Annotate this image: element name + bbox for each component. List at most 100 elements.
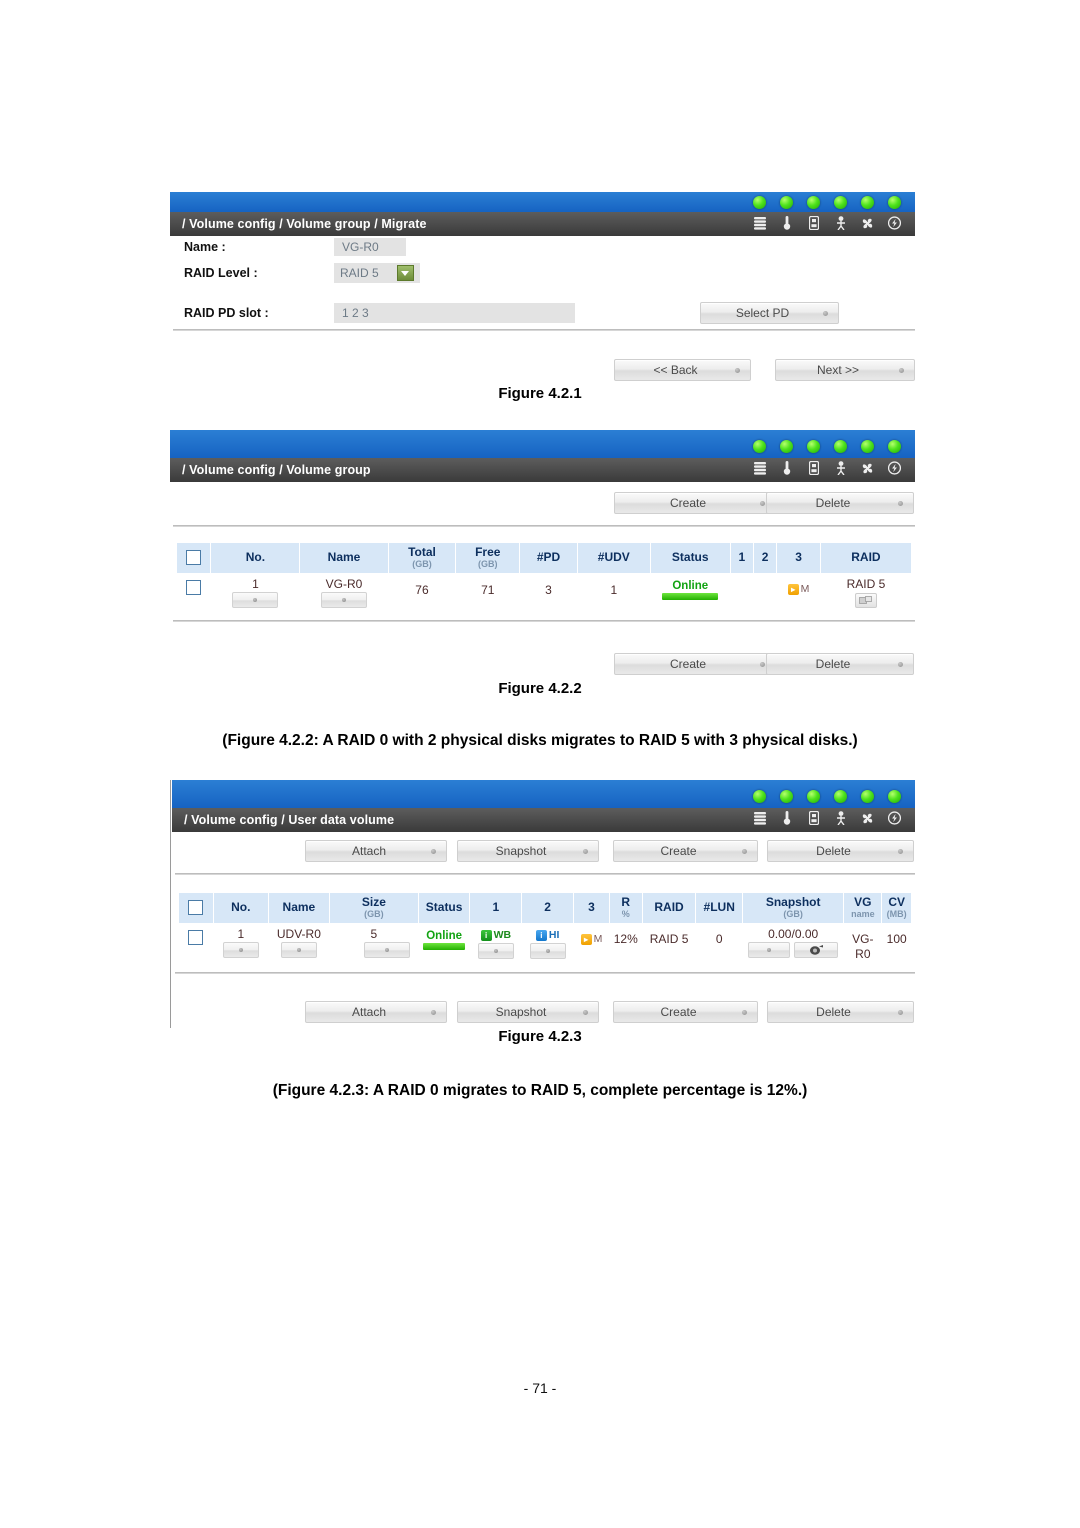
button-dot-icon — [493, 948, 498, 953]
led-3 — [807, 440, 820, 453]
back-label: << Back — [653, 363, 698, 377]
snapshot-dropdown-button[interactable] — [748, 941, 791, 958]
size-dropdown-button[interactable] — [364, 941, 411, 958]
toolbar-bottom-udv: Attach Snapshot Create Delete — [172, 1001, 915, 1023]
migrate-label: M — [593, 932, 603, 945]
cache-mode-dropdown-button[interactable] — [477, 942, 514, 959]
back-button[interactable]: << Back — [614, 359, 751, 381]
cell-migrate: ▸ M — [573, 923, 610, 965]
led-2 — [780, 196, 793, 209]
col-name: Name — [267, 892, 331, 924]
cell-lun: 0 — [695, 923, 743, 965]
raid-level-select[interactable]: RAID 5 — [334, 263, 420, 283]
breadcrumb[interactable]: / Volume config / Volume group — [170, 463, 371, 477]
thermometer-icon[interactable] — [780, 810, 793, 826]
led-1 — [753, 790, 766, 803]
attach-button-top[interactable]: Attach — [305, 840, 447, 862]
delete-button-bottom[interactable]: Delete — [767, 1001, 914, 1023]
delete-button-top[interactable]: Delete — [766, 492, 914, 514]
col-name: Name — [299, 542, 389, 574]
attach-label: Attach — [351, 1005, 387, 1019]
col-cv: CV (MB) — [881, 892, 912, 924]
col-lun: #LUN — [695, 892, 743, 924]
create-button-top[interactable]: Create — [614, 492, 776, 514]
col-r-percent: R% — [608, 892, 643, 924]
migrate-icon: ▸ — [787, 583, 799, 595]
delete-button-top[interactable]: Delete — [767, 840, 914, 862]
raid-pd-slot-value[interactable]: 1 2 3 — [334, 303, 575, 323]
button-dot-icon — [898, 1009, 903, 1015]
battery-icon[interactable] — [807, 810, 820, 826]
col-slot-3: 3 — [572, 892, 610, 924]
raid-array-icon[interactable] — [753, 810, 766, 826]
snapshot-button-bottom[interactable]: Snapshot — [457, 1001, 599, 1023]
button-dot-icon — [742, 848, 747, 854]
toolbar-top: Create Delete — [170, 492, 915, 514]
figure-caption-423: (Figure 4.2.3: A RAID 0 migrates to RAID… — [272, 1082, 808, 1099]
voltage-icon[interactable] — [834, 460, 847, 476]
fan-icon[interactable] — [861, 460, 874, 476]
create-button-top[interactable]: Create — [613, 840, 758, 862]
select-pd-button[interactable]: Select PD — [700, 302, 839, 324]
no-dropdown-button[interactable] — [232, 591, 279, 608]
button-dot-icon — [823, 310, 828, 316]
name-dropdown-button[interactable] — [280, 941, 317, 958]
form-row-name: Name : VG-R0 — [170, 236, 915, 258]
battery-icon[interactable] — [807, 460, 820, 476]
led-5 — [861, 790, 874, 803]
power-icon[interactable] — [888, 215, 901, 231]
create-button-bottom[interactable]: Create — [613, 1001, 758, 1023]
voltage-icon[interactable] — [834, 215, 847, 231]
raid-array-icon[interactable] — [753, 460, 766, 476]
user-data-volume-table: No. Name Size (GB) Status 1 2 3 R% RAID #… — [178, 892, 912, 965]
power-icon[interactable] — [888, 810, 901, 826]
led-4 — [834, 196, 847, 209]
raid-value: RAID 5 — [846, 576, 886, 591]
next-button[interactable]: Next >> — [775, 359, 915, 381]
priority-label: HI — [548, 928, 560, 941]
breadcrumb[interactable]: / Volume config / Volume group / Migrate — [170, 217, 427, 231]
migrate-icon: ▸ — [580, 933, 592, 945]
cell-name: VG-R0 — [299, 573, 389, 611]
power-icon[interactable] — [888, 460, 901, 476]
fan-icon[interactable] — [861, 810, 874, 826]
thermometer-icon[interactable] — [780, 460, 793, 476]
col-slot-2: 2 — [752, 542, 778, 574]
snapshot-button-top[interactable]: Snapshot — [457, 840, 599, 862]
delete-button-bottom[interactable]: Delete — [766, 653, 914, 675]
col-select-all[interactable] — [175, 542, 212, 574]
raid-array-icon[interactable] — [753, 215, 766, 231]
raid-level-label: RAID Level : — [184, 266, 258, 280]
name-dropdown-button[interactable] — [321, 591, 368, 608]
col-status: Status — [649, 542, 731, 574]
snapshot-camera-icon[interactable] — [793, 941, 838, 958]
divider-top — [173, 525, 915, 527]
attach-button-bottom[interactable]: Attach — [305, 1001, 447, 1023]
row-checkbox-cell[interactable] — [176, 573, 211, 611]
select-pd-label: Select PD — [735, 306, 790, 320]
priority-dropdown-button[interactable] — [529, 942, 566, 959]
breadcrumb[interactable]: / Volume config / User data volume — [172, 813, 394, 827]
col-vg: VG name — [843, 892, 883, 924]
delete-label: Delete — [816, 1005, 851, 1019]
chevron-down-icon[interactable] — [396, 265, 414, 281]
name-label: Name : — [184, 240, 226, 254]
cell-cache-mode: i WB — [469, 923, 522, 965]
select-all-checkbox[interactable] — [186, 550, 202, 566]
button-dot-icon — [760, 500, 765, 506]
cell-pd: 3 — [519, 573, 578, 611]
create-button-bottom[interactable]: Create — [614, 653, 776, 675]
row-checkbox[interactable] — [188, 929, 204, 945]
row-checkbox-cell[interactable] — [178, 923, 214, 965]
name-value[interactable]: VG-R0 — [334, 238, 406, 256]
select-all-checkbox[interactable] — [188, 900, 204, 916]
voltage-icon[interactable] — [834, 810, 847, 826]
raid-config-icon[interactable] — [854, 592, 877, 608]
thermometer-icon[interactable] — [780, 215, 793, 231]
fan-icon[interactable] — [861, 215, 874, 231]
row-checkbox[interactable] — [186, 579, 202, 595]
no-dropdown-button[interactable] — [222, 941, 259, 958]
cell-slot-2 — [753, 573, 777, 611]
col-select-all[interactable] — [178, 892, 214, 924]
battery-icon[interactable] — [807, 215, 820, 231]
